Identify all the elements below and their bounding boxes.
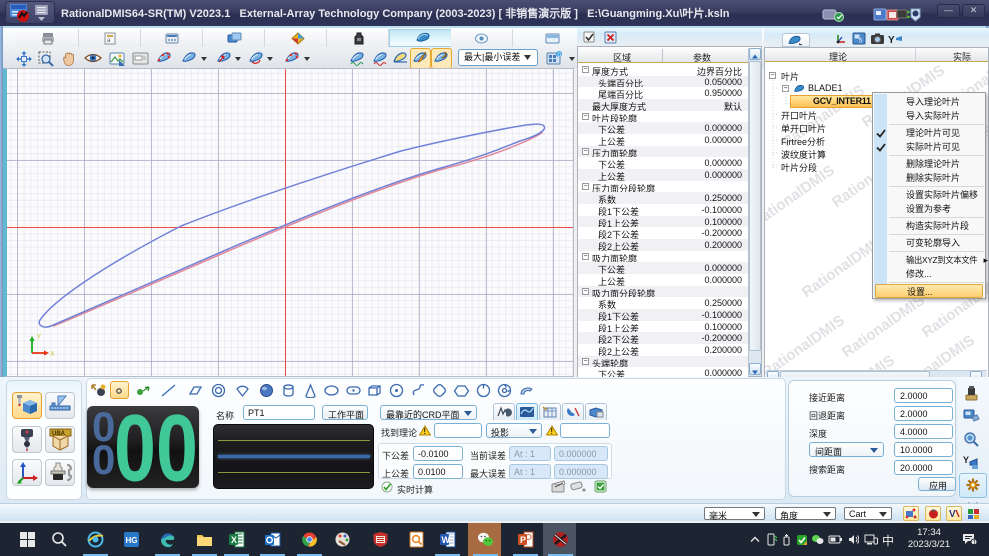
svg-text:W: W <box>442 535 451 545</box>
svg-text:Y: Y <box>963 455 969 465</box>
svg-text:V: V <box>949 509 956 519</box>
svg-text:Y: Y <box>37 334 42 341</box>
svg-text:D: D <box>558 52 562 58</box>
svg-text:!: ! <box>423 427 426 436</box>
svg-text:X: X <box>231 535 237 545</box>
svg-text:HG: HG <box>126 536 138 545</box>
svg-text:Y: Y <box>888 35 895 45</box>
svg-text:P: P <box>520 535 526 545</box>
svg-text:!: ! <box>550 427 553 436</box>
svg-text:X: X <box>50 351 55 358</box>
svg-text:1: 1 <box>973 539 977 546</box>
